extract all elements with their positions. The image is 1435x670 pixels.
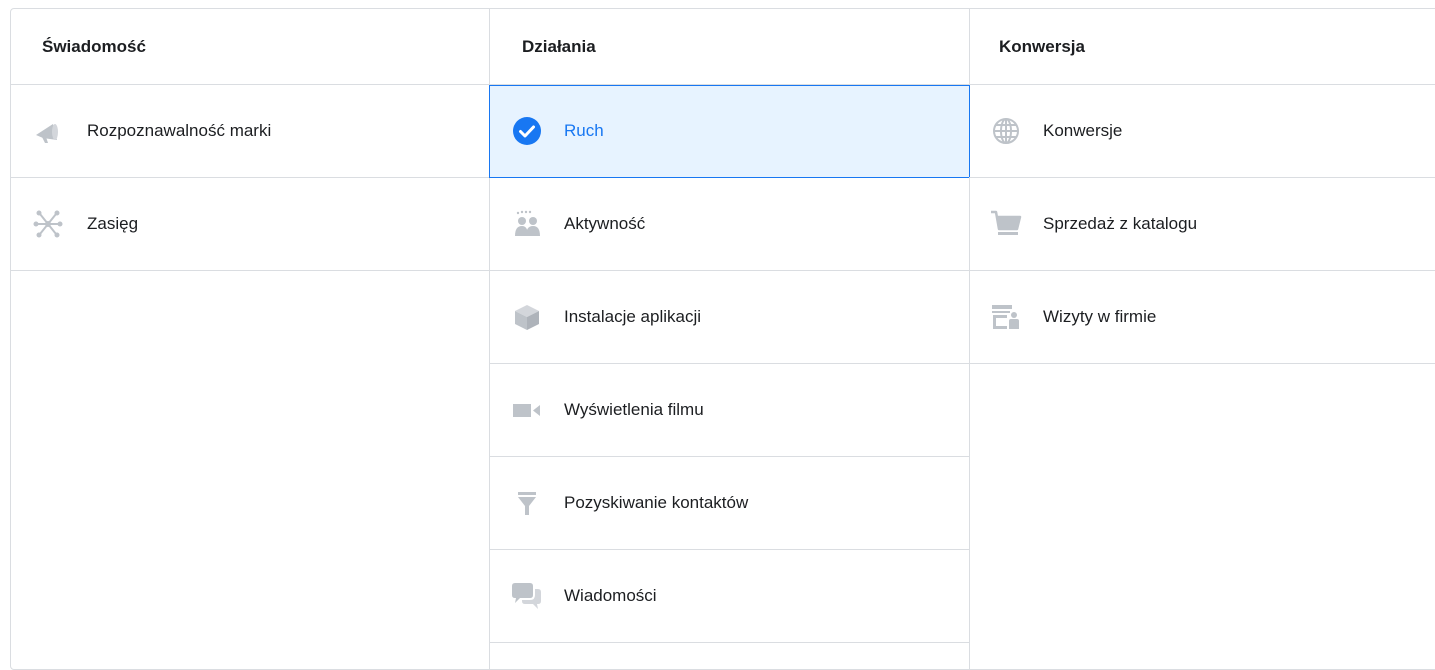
objective-catalog-sales[interactable]: Sprzedaż z katalogu bbox=[969, 178, 1435, 271]
network-icon bbox=[31, 207, 65, 241]
objective-store-visits[interactable]: Wizyty w firmie bbox=[969, 271, 1435, 364]
objective-traffic[interactable]: Ruch bbox=[489, 85, 970, 178]
store-visit-icon bbox=[989, 300, 1023, 334]
objective-label: Wyświetlenia filmu bbox=[564, 400, 704, 419]
column-consideration: Działania Ruch Aktywność Instalacje apli… bbox=[489, 9, 970, 669]
column-title: Konwersja bbox=[969, 9, 1435, 85]
column-title: Działania bbox=[490, 9, 969, 85]
column-awareness: Świadomość Rozpoznawalność marki Zasięg bbox=[11, 9, 489, 669]
check-circle-icon bbox=[510, 114, 544, 148]
globe-icon bbox=[989, 114, 1023, 148]
objective-lead-generation[interactable]: Pozyskiwanie kontaktów bbox=[490, 457, 969, 550]
column-conversion: Konwersja Konwersje Sprzedaż z katalogu … bbox=[969, 9, 1435, 669]
column-title: Świadomość bbox=[11, 9, 489, 85]
people-icon bbox=[510, 207, 544, 241]
video-camera-icon bbox=[510, 393, 544, 427]
funnel-icon bbox=[510, 486, 544, 520]
objective-label: Rozpoznawalność marki bbox=[87, 121, 272, 140]
objective-label: Konwersje bbox=[1043, 121, 1123, 140]
objective-video-views[interactable]: Wyświetlenia filmu bbox=[490, 364, 969, 457]
objective-messages[interactable]: Wiadomości bbox=[490, 550, 969, 643]
objective-app-installs[interactable]: Instalacje aplikacji bbox=[490, 271, 969, 364]
objective-label: Pozyskiwanie kontaktów bbox=[564, 493, 749, 512]
objective-label: Zasięg bbox=[87, 214, 139, 233]
chat-bubbles-icon bbox=[510, 579, 544, 613]
cart-icon bbox=[989, 207, 1023, 241]
objective-picker: Świadomość Rozpoznawalność marki Zasięg … bbox=[10, 8, 1435, 670]
objective-label: Sprzedaż z katalogu bbox=[1043, 214, 1198, 233]
objective-label: Aktywność bbox=[564, 214, 646, 233]
objective-reach[interactable]: Zasięg bbox=[11, 178, 489, 271]
megaphone-icon bbox=[31, 114, 65, 148]
objective-engagement[interactable]: Aktywność bbox=[490, 178, 969, 271]
objective-label: Wiadomości bbox=[564, 586, 657, 605]
objective-label: Wizyty w firmie bbox=[1043, 307, 1157, 326]
objective-conversions[interactable]: Konwersje bbox=[969, 85, 1435, 178]
objective-brand-awareness[interactable]: Rozpoznawalność marki bbox=[11, 85, 489, 178]
box-icon bbox=[510, 300, 544, 334]
objective-label: Ruch bbox=[564, 121, 604, 140]
objective-label: Instalacje aplikacji bbox=[564, 307, 702, 326]
